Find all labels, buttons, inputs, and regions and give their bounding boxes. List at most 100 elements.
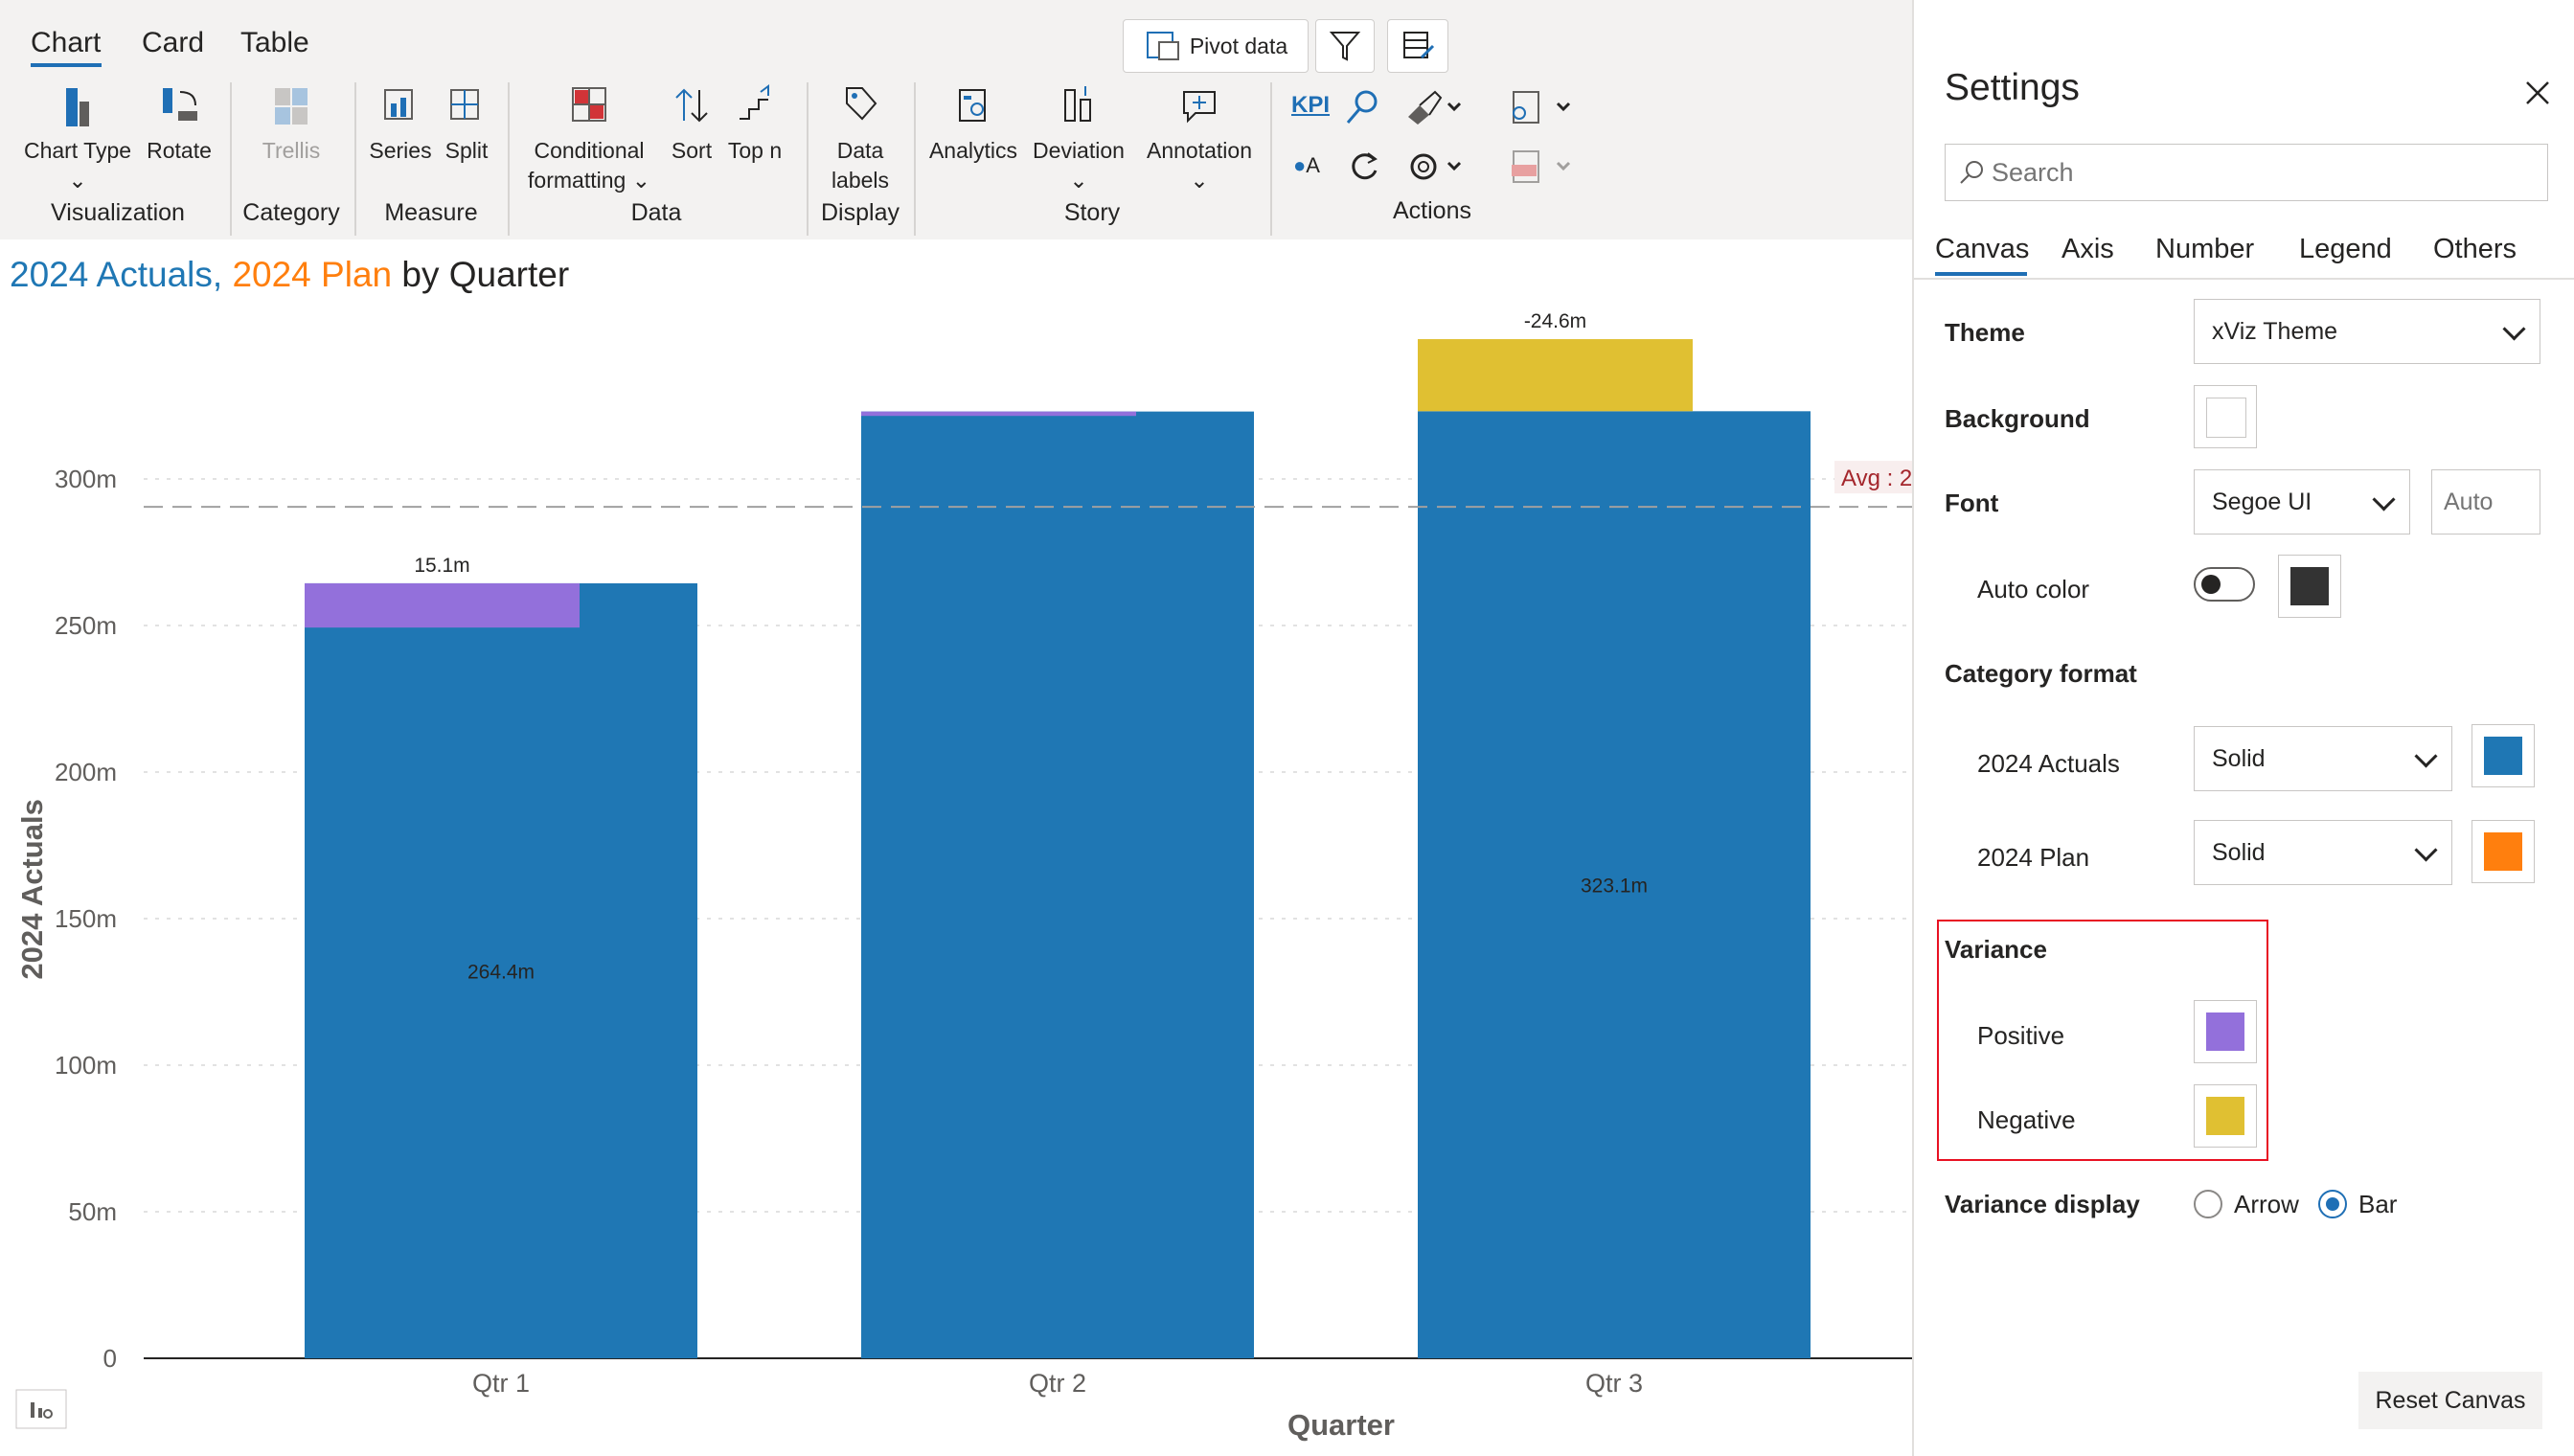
export-settings-icon[interactable] bbox=[1506, 86, 1575, 128]
table-edit-button[interactable] bbox=[1387, 19, 1448, 73]
font-value: Segoe UI bbox=[2212, 488, 2312, 515]
actuals-color-picker[interactable] bbox=[2471, 724, 2535, 787]
annotation-button[interactable]: Annotation ⌄ bbox=[1138, 82, 1261, 195]
pdf-export-icon[interactable] bbox=[1506, 146, 1575, 188]
font-dropdown[interactable]: Segoe UI bbox=[2194, 469, 2410, 535]
settings-title: Settings bbox=[1945, 67, 2080, 108]
formatting-label: formatting bbox=[528, 168, 626, 193]
group-display: Display bbox=[821, 199, 900, 226]
y-tick-label: 150m bbox=[55, 904, 117, 933]
series-button[interactable]: Series bbox=[368, 82, 433, 166]
data-labels-button[interactable]: Data labels bbox=[820, 82, 900, 195]
top-n-button[interactable]: Top n bbox=[722, 82, 787, 166]
x-tick-label: Qtr 3 bbox=[1585, 1369, 1643, 1398]
plan-color-picker[interactable] bbox=[2471, 820, 2535, 883]
group-actions: Actions bbox=[1393, 197, 1471, 224]
auto-color-picker[interactable] bbox=[2278, 555, 2341, 618]
tab-axis[interactable]: Axis bbox=[2061, 234, 2114, 265]
ribbon-divider bbox=[230, 82, 232, 236]
variance-bar-negative bbox=[1418, 339, 1693, 412]
data-label-toggle-button[interactable]: ●A bbox=[1293, 153, 1320, 178]
chevron-down-icon: ⌄ bbox=[1069, 168, 1088, 193]
filter-settings-button[interactable] bbox=[1315, 19, 1375, 73]
chart-type-label: Chart Type bbox=[23, 138, 132, 163]
auto-color-swatch bbox=[2290, 567, 2329, 605]
search-icon bbox=[1960, 161, 1983, 184]
paint-brush-icon[interactable] bbox=[1402, 86, 1464, 128]
actuals-style-dropdown[interactable]: Solid bbox=[2194, 726, 2452, 791]
ribbon-divider bbox=[508, 82, 510, 236]
negative-color-picker[interactable] bbox=[2194, 1084, 2257, 1148]
gear-icon[interactable] bbox=[1402, 146, 1464, 188]
sort-button[interactable]: Sort bbox=[665, 82, 718, 166]
annotation-label: Annotation bbox=[1147, 138, 1252, 163]
close-icon[interactable] bbox=[2523, 79, 2552, 107]
auto-color-label: Auto color bbox=[1977, 575, 2090, 603]
conditional-formatting-icon bbox=[572, 87, 606, 122]
kpi-button[interactable]: KPI bbox=[1291, 92, 1330, 119]
chevron-down-icon bbox=[2372, 488, 2396, 512]
arrow-radio[interactable] bbox=[2194, 1190, 2222, 1218]
positive-color-picker[interactable] bbox=[2194, 1000, 2257, 1063]
deviation-button[interactable]: Deviation ⌄ bbox=[1029, 82, 1128, 195]
y-tick-label: 250m bbox=[55, 611, 117, 640]
analytics-label: Analytics bbox=[928, 138, 1018, 163]
background-label: Background bbox=[1945, 404, 2090, 433]
sort-label: Sort bbox=[671, 138, 713, 163]
chart-type-button[interactable]: Chart Type ⌄ bbox=[21, 82, 134, 195]
tab-canvas[interactable]: Canvas bbox=[1935, 234, 2029, 265]
positive-swatch bbox=[2206, 1012, 2244, 1051]
pivot-data-button[interactable]: Pivot data bbox=[1123, 19, 1309, 73]
theme-value: xViz Theme bbox=[2212, 317, 2338, 345]
pivot-icon bbox=[1146, 32, 1179, 60]
table-edit-icon bbox=[1403, 32, 1435, 59]
chart-options-icon[interactable] bbox=[15, 1389, 67, 1429]
rotate-button[interactable]: Rotate bbox=[144, 82, 215, 166]
bar-data-label: 264.4m bbox=[467, 961, 535, 983]
chevron-down-icon: ⌄ bbox=[68, 168, 87, 193]
negative-label: Negative bbox=[1977, 1105, 2076, 1134]
tab-number[interactable]: Number bbox=[2155, 234, 2254, 265]
y-tick-label: 0 bbox=[103, 1344, 117, 1373]
series-icon bbox=[384, 89, 413, 120]
x-tick-label: Qtr 2 bbox=[1029, 1369, 1086, 1398]
tab-table[interactable]: Table bbox=[240, 27, 309, 59]
series-label: Series bbox=[369, 138, 432, 163]
group-measure: Measure bbox=[384, 199, 478, 226]
tab-legend[interactable]: Legend bbox=[2299, 234, 2392, 265]
active-tab-indicator bbox=[31, 63, 102, 67]
variance-bar-positive bbox=[861, 411, 1136, 417]
tab-card[interactable]: Card bbox=[142, 27, 204, 59]
trellis-button[interactable]: Trellis bbox=[251, 82, 331, 166]
ribbon-divider bbox=[807, 82, 809, 236]
variance-display-label: Variance display bbox=[1945, 1190, 2140, 1218]
annotation-icon bbox=[1183, 91, 1216, 124]
group-visualization: Visualization bbox=[51, 199, 185, 226]
plan-format-label: 2024 Plan bbox=[1977, 843, 2090, 872]
variance-data-label: -24.6m bbox=[1524, 310, 1586, 332]
search-input[interactable] bbox=[1990, 156, 2530, 189]
background-color-picker[interactable] bbox=[2194, 385, 2257, 448]
auto-color-toggle[interactable] bbox=[2194, 567, 2255, 602]
ribbon-divider bbox=[1270, 82, 1272, 236]
bar-chart: 0 50m 100m 150m 200m 250m 300m 15.1m 264.4m Qtr 1… bbox=[15, 310, 1912, 1442]
plan-style-dropdown[interactable]: Solid bbox=[2194, 820, 2452, 885]
deviation-label: Deviation bbox=[1033, 138, 1125, 163]
bar-radio[interactable] bbox=[2318, 1190, 2347, 1218]
split-button[interactable]: Split bbox=[437, 82, 496, 166]
tab-chart[interactable]: Chart bbox=[31, 27, 101, 59]
font-size-input[interactable] bbox=[2431, 469, 2540, 535]
analytics-icon bbox=[959, 89, 986, 122]
conditional-formatting-button[interactable]: Conditional formatting ⌄ bbox=[521, 82, 657, 195]
variance-label: Variance bbox=[1945, 935, 2047, 964]
analytics-button[interactable]: Analytics bbox=[925, 82, 1021, 166]
top-n-label: Top n bbox=[727, 138, 783, 163]
category-format-label: Category format bbox=[1945, 659, 2137, 688]
tab-others[interactable]: Others bbox=[2433, 234, 2517, 265]
refresh-icon[interactable] bbox=[1345, 146, 1383, 188]
settings-panel: Settings Canvas Axis Number Legend Other… bbox=[1912, 0, 2574, 1456]
reset-canvas-button[interactable]: Reset Canvas bbox=[2358, 1372, 2542, 1429]
search-magnifier-icon[interactable] bbox=[1343, 86, 1381, 128]
theme-dropdown[interactable]: xViz Theme bbox=[2194, 299, 2540, 364]
background-swatch bbox=[2206, 398, 2246, 438]
